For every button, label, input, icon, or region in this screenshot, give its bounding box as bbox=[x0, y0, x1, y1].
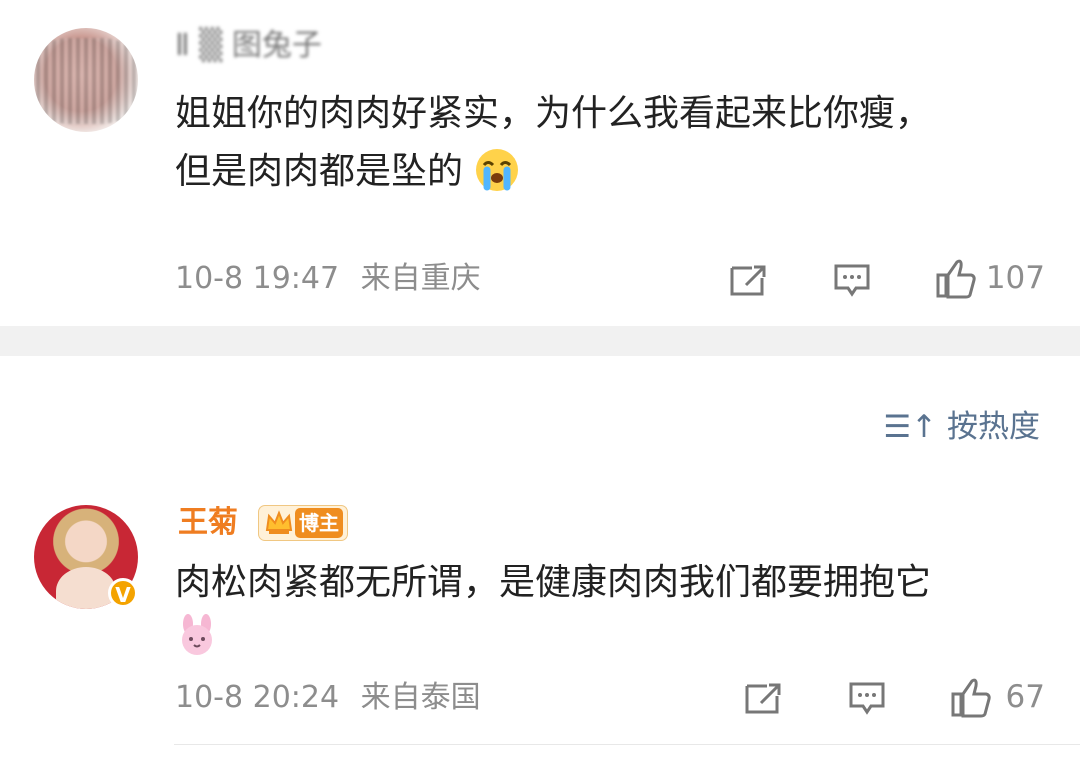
section-divider bbox=[0, 326, 1080, 356]
username[interactable]: 王菊 bbox=[178, 505, 238, 541]
blogger-badge: 博主 bbox=[258, 505, 348, 541]
comment-meta: 10-8 20:24 来自泰国 bbox=[175, 680, 481, 716]
comment-meta: 10-8 19:47 来自重庆 bbox=[175, 261, 481, 297]
like-count: 67 bbox=[1005, 679, 1045, 715]
comment-icon[interactable] bbox=[848, 680, 886, 716]
comment-text-line-2: 但是肉肉都是坠的 bbox=[175, 144, 520, 200]
comment-location: 来自泰国 bbox=[360, 680, 481, 715]
comment-text-line: 姐姐你的肉肉好紧实，为什么我看起来比你瘦， bbox=[175, 93, 932, 134]
username-text: Ⅱ ▒ 图兔子 bbox=[175, 28, 322, 63]
comment-icon[interactable] bbox=[833, 262, 871, 298]
comment-divider bbox=[174, 744, 1080, 745]
comment-text-line: 肉松肉紧都无所谓，是健康肉肉我们都要拥抱它 bbox=[175, 562, 932, 603]
username[interactable]: Ⅱ ▒ 图兔子 bbox=[175, 28, 322, 64]
crying-face-icon bbox=[476, 149, 519, 191]
sort-label: 按热度 bbox=[947, 409, 1040, 445]
like-count: 107 bbox=[985, 260, 1045, 296]
badge-label: 博主 bbox=[295, 508, 343, 538]
comment-date: 10-8 20:24 bbox=[175, 680, 340, 715]
comment-location: 来自重庆 bbox=[360, 261, 481, 296]
share-icon[interactable] bbox=[728, 262, 768, 298]
pink-bunny-face-icon bbox=[182, 614, 212, 655]
like-icon[interactable] bbox=[950, 676, 992, 718]
verified-badge: V bbox=[108, 578, 138, 608]
comment-date: 10-8 19:47 bbox=[175, 261, 340, 296]
like-icon[interactable] bbox=[935, 257, 977, 299]
sort-icon: ☰↑ bbox=[883, 409, 938, 445]
crown-icon bbox=[265, 510, 293, 534]
user-avatar[interactable] bbox=[34, 28, 138, 132]
comment-text-fragment: 但是肉肉都是坠的 bbox=[175, 151, 464, 192]
share-icon[interactable] bbox=[743, 680, 783, 716]
sort-button[interactable]: ☰↑ 按热度 bbox=[883, 408, 1040, 446]
